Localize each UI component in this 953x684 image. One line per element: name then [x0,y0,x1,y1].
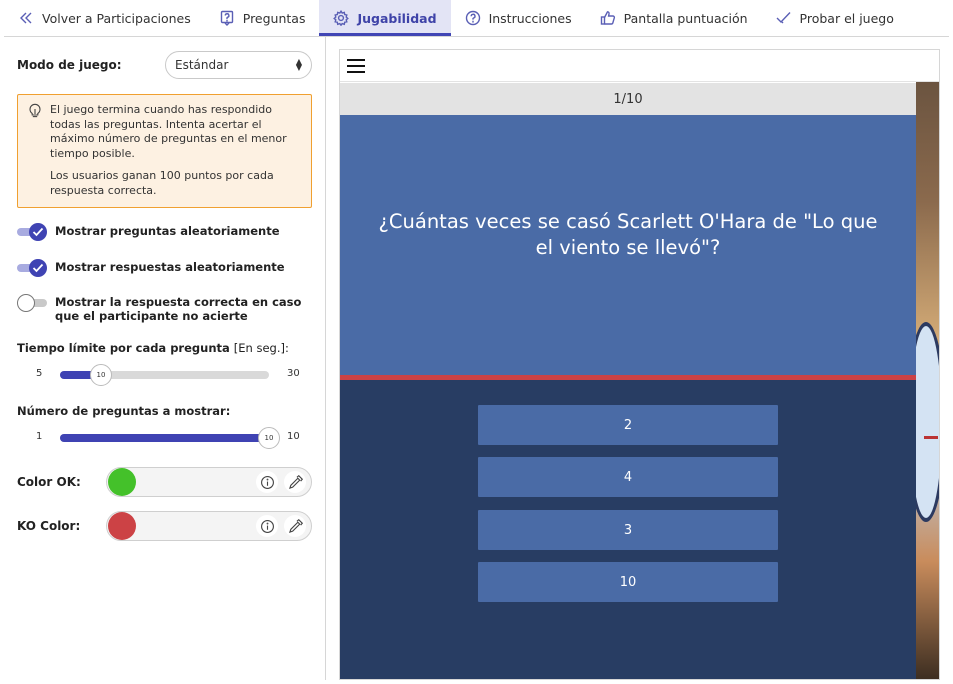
top-nav: Volver a Participaciones Preguntas Jugab… [4,0,949,37]
color-ko-picker-button[interactable] [284,515,306,537]
game-mode-info-box: El juego termina cuando has respondido t… [17,94,312,208]
tab-probar-juego[interactable]: Probar el juego [762,0,908,36]
num-questions-label: Número de preguntas a mostrar: [17,404,231,418]
select-arrows-icon: ▲ ▼ [295,57,302,72]
slider-max: 30 [287,368,300,379]
eyedropper-icon [288,518,303,533]
tab-label: Pantalla puntuación [623,10,748,26]
color-ok-label: Color OK: [17,475,81,489]
game-mode-select[interactable]: Estándar ▲ ▼ [165,51,312,79]
tab-pantalla-puntuacion[interactable]: Pantalla puntuación [586,0,762,36]
preview-toolbar [340,50,939,82]
question-progress: 1/10 [340,83,916,115]
toggle-label: Mostrar respuestas aleatoriamente [55,260,285,274]
answer-option[interactable]: 3 [478,510,778,550]
answer-option[interactable]: 10 [478,562,778,602]
num-questions-title: Número de preguntas a mostrar: [17,404,230,418]
color-ko-field[interactable] [106,511,312,541]
game-preview: 1/10 ¿Cuántas veces se casó Scarlett O'H… [339,49,940,680]
tab-label: Instrucciones [488,10,572,26]
color-ko-swatch[interactable] [108,512,136,540]
color-ok-swatch[interactable] [108,468,136,496]
lightbulb-icon [29,103,41,118]
time-limit-unit: [En seg.]: [233,341,289,355]
info-text: Los usuarios ganan 100 puntos por cada r… [50,169,274,197]
tab-instrucciones[interactable]: Instrucciones [451,0,586,36]
question-text: ¿Cuántas veces se casó Scarlett O'Hara d… [378,210,878,259]
back-to-participations-link[interactable]: Volver a Participaciones [4,0,205,36]
tab-label: Jugabilidad [357,10,437,26]
slider-handle[interactable]: 10 [258,427,280,449]
slider-track[interactable]: 10 [60,427,280,449]
toggle-row-random-answers: Mostrar respuestas aleatoriamente [17,259,317,277]
tab-preguntas[interactable]: Preguntas [205,0,320,36]
tab-label: Probar el juego [799,10,894,26]
thumbs-up-icon [600,11,615,25]
settings-panel: Modo de juego: Estándar ▲ ▼ El juego term… [4,37,326,680]
slider-min: 1 [36,431,43,442]
info-icon [260,475,274,489]
info-icon [260,519,274,533]
gear-icon [333,10,350,26]
tab-label: Preguntas [242,10,306,26]
toggle-label: Mostrar la respuesta correcta en caso qu… [55,295,302,323]
check-icon [32,227,44,237]
double-chevron-left-icon [20,12,32,24]
toggle-row-show-correct: Mostrar la respuesta correcta en caso qu… [17,294,317,323]
back-label: Volver a Participaciones [42,10,191,26]
tab-jugabilidad[interactable]: Jugabilidad [319,0,451,36]
color-ko-row: KO Color: [17,511,313,541]
game-mode-label: Modo de juego: [17,58,122,72]
help-circle-icon [465,10,480,26]
color-ok-picker-button[interactable] [284,471,306,493]
random-answers-toggle[interactable] [17,259,47,277]
slider-max: 10 [287,431,300,442]
question-panel: ¿Cuántas veces se casó Scarlett O'Hara d… [340,115,916,375]
num-questions-slider: 1 10 10 [17,427,317,449]
time-limit-label: Tiempo límite por cada pregunta [17,341,230,355]
answer-option[interactable]: 4 [478,457,778,497]
slider-min: 5 [36,368,43,379]
random-questions-toggle[interactable] [17,223,47,241]
game-mode-row: Modo de juego: Estándar ▲ ▼ [17,51,312,79]
time-limit-title: Tiempo límite por cada pregunta [En seg.… [17,341,289,355]
game-mode-value: Estándar [175,58,229,72]
slider-fill [60,434,269,442]
answers-panel: 2 4 3 10 [340,380,916,679]
slider-handle[interactable]: 10 [90,364,112,386]
check-icon [32,263,44,273]
color-ok-info-button[interactable] [256,471,278,493]
toggle-row-random-questions: Mostrar preguntas aleatoriamente [17,223,317,241]
color-ko-info-button[interactable] [256,515,278,537]
toggle-label: Mostrar preguntas aleatoriamente [55,224,280,238]
background-illustration [906,82,939,679]
color-ko-label: KO Color: [17,519,81,533]
info-text: El juego termina cuando has respondido t… [50,103,287,160]
show-correct-answer-toggle[interactable] [17,294,47,312]
time-limit-slider: 5 10 30 [17,364,317,386]
slider-track[interactable]: 10 [60,364,269,386]
color-ok-row: Color OK: [17,467,313,497]
hamburger-menu-icon[interactable] [347,58,365,74]
answer-option[interactable]: 2 [478,405,778,445]
check-double-icon [776,12,791,24]
color-ok-field[interactable] [106,467,312,497]
question-box-icon [220,10,233,26]
eyedropper-icon [288,474,303,489]
